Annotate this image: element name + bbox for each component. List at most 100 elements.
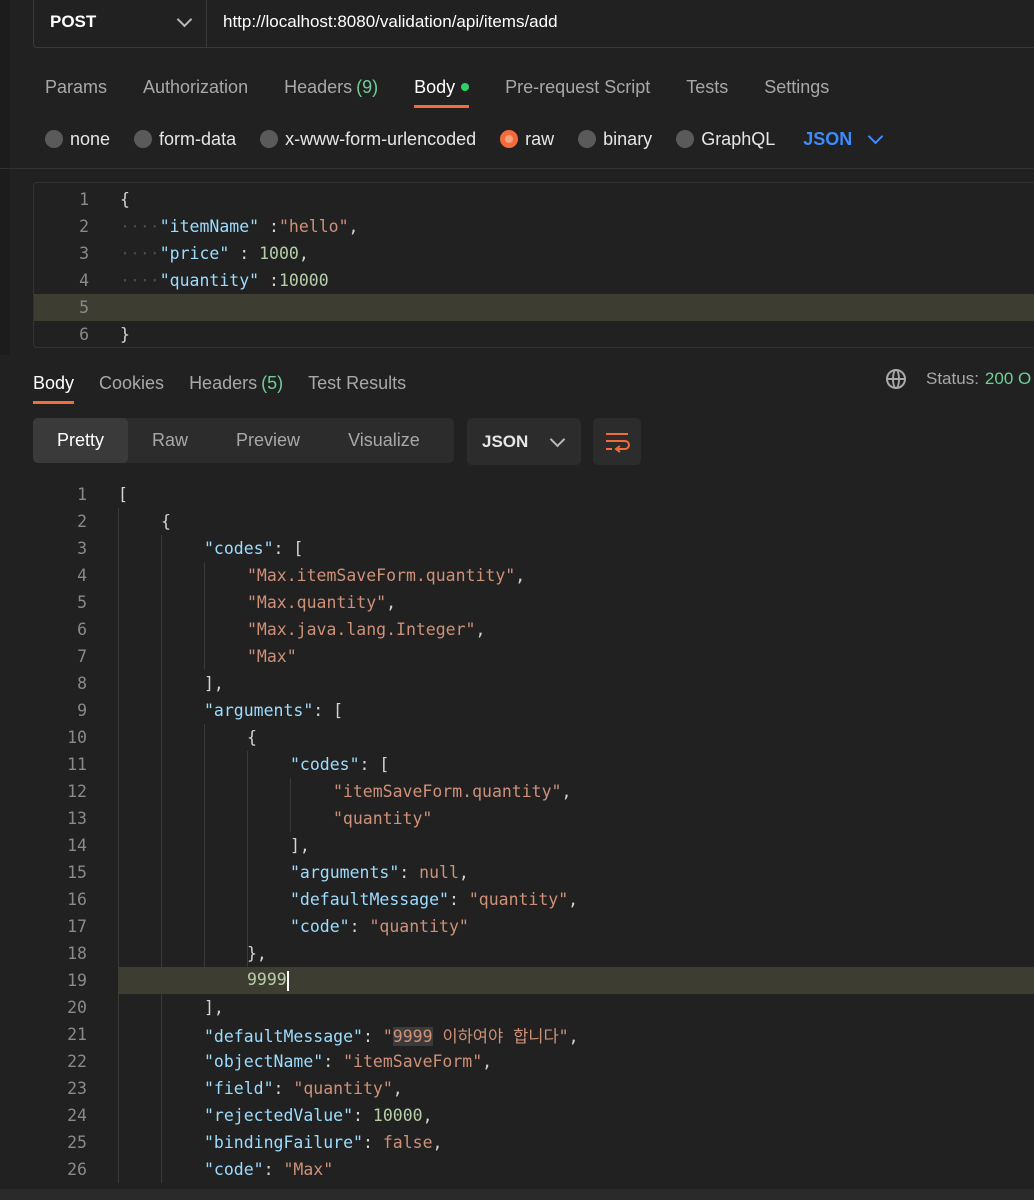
line-number: 10 xyxy=(67,728,87,747)
json-string: 이하여야 합니다" xyxy=(432,1026,569,1046)
json-key: "defaultMessage" xyxy=(204,1026,363,1046)
json-punctuation: : xyxy=(353,1106,373,1125)
code-line: 13 "quantity" xyxy=(0,805,1034,832)
code-text: ], xyxy=(204,998,224,1017)
json-string: null xyxy=(419,863,459,882)
json-punctuation: : [ xyxy=(313,701,344,720)
line-number: 26 xyxy=(67,1160,87,1179)
json-string: "itemSaveForm" xyxy=(343,1052,483,1071)
json-punctuation: : [ xyxy=(359,755,390,774)
json-number: 9999 xyxy=(247,970,287,990)
json-punctuation: : xyxy=(273,1079,294,1098)
tab-settings[interactable]: Settings xyxy=(764,66,829,108)
radio-label: none xyxy=(70,128,111,149)
selected-text: 9999 xyxy=(392,1026,433,1046)
response-body-viewer[interactable]: 1[2{3 "codes": [4 "Max.itemSaveForm.quanti… xyxy=(0,481,1034,1186)
code-line: 6 "Max.java.lang.Integer", xyxy=(0,616,1034,643)
code-line: 15 "arguments": null, xyxy=(0,859,1034,886)
code-line: 11 "codes": [ xyxy=(0,751,1034,778)
tab-cookies[interactable]: Cookies xyxy=(99,362,164,404)
tab-label: Body xyxy=(414,76,456,97)
code-line: 2 ····"itemName" :"hello", xyxy=(34,213,1034,240)
method-select[interactable]: POST xyxy=(34,0,207,47)
radio-raw[interactable]: raw xyxy=(500,129,554,150)
line-number: 16 xyxy=(67,890,87,909)
code-text: "field": "quantity", xyxy=(204,1079,403,1098)
json-key: "price" xyxy=(159,244,230,263)
code-line: 21 "defaultMessage": "9999 이하여야 합니다", xyxy=(0,1021,1034,1048)
json-punctuation: , xyxy=(568,1026,579,1046)
json-punctuation: , xyxy=(392,1079,403,1098)
radio-label: binary xyxy=(603,128,653,149)
code-text: "code": "quantity" xyxy=(290,917,469,936)
radio-form-data[interactable]: form-data xyxy=(134,129,236,150)
tab-authorization[interactable]: Authorization xyxy=(143,66,248,108)
url-input[interactable]: http://localhost:8080/validation/api/ite… xyxy=(207,12,558,32)
tab-label: Authorization xyxy=(143,76,249,97)
body-format-dropdown[interactable]: JSON xyxy=(803,128,884,150)
line-number: 5 xyxy=(77,593,87,612)
json-string: "quantity" xyxy=(468,890,569,909)
code-line: 5 "Max.quantity", xyxy=(0,589,1034,616)
view-raw-button[interactable]: Raw xyxy=(128,418,212,463)
json-punctuation: }, xyxy=(247,944,267,963)
json-punctuation: [ xyxy=(118,485,128,504)
json-punctuation: : xyxy=(263,1160,284,1179)
json-punctuation: : xyxy=(399,863,420,882)
json-string: false xyxy=(382,1133,433,1152)
code-line-current: 19 9999 xyxy=(67,967,1034,994)
json-punctuation: ], xyxy=(204,998,224,1017)
json-key: "objectName" xyxy=(204,1052,324,1071)
response-format-dropdown[interactable]: JSON xyxy=(467,418,581,465)
code-text: "Max.itemSaveForm.quantity", xyxy=(247,566,525,585)
code-text: "code": "Max" xyxy=(204,1160,333,1179)
radio-graphql[interactable]: GraphQL xyxy=(676,129,775,150)
line-number: 3 xyxy=(79,244,89,263)
radio-x-www-form-urlencoded[interactable]: x-www-form-urlencoded xyxy=(260,129,476,150)
json-string: "quantity" xyxy=(369,917,469,936)
tab-tests[interactable]: Tests xyxy=(686,66,728,108)
json-sep: : xyxy=(229,244,260,263)
globe-icon[interactable] xyxy=(886,369,906,389)
response-format-label: JSON xyxy=(482,431,529,451)
radio-label: x-www-form-urlencoded xyxy=(285,128,477,149)
json-string: "Max.java.lang.Integer" xyxy=(247,620,476,639)
code-line: 4 "Max.itemSaveForm.quantity", xyxy=(0,562,1034,589)
code-line: 20], xyxy=(0,994,1034,1021)
json-number: 1000 xyxy=(259,244,299,263)
view-pretty-button[interactable]: Pretty xyxy=(33,418,129,463)
code-line: 18}, xyxy=(0,940,1034,967)
view-preview-button[interactable]: Preview xyxy=(212,418,324,463)
status-value: 200 O xyxy=(984,369,1032,388)
radio-none[interactable]: none xyxy=(45,129,110,150)
view-visualize-button[interactable]: Visualize xyxy=(324,418,444,463)
tab-params[interactable]: Params xyxy=(45,66,107,108)
tab-pre-request-script[interactable]: Pre-request Script xyxy=(505,66,650,108)
code-text: { xyxy=(161,512,171,531)
body-format-label: JSON xyxy=(803,128,853,149)
tab-response-body[interactable]: Body xyxy=(33,362,75,404)
line-number: 13 xyxy=(67,809,87,828)
line-number: 2 xyxy=(79,217,89,236)
tab-headers[interactable]: Headers (9) xyxy=(284,66,378,108)
json-number: 10000 xyxy=(372,1106,423,1125)
line-number: 4 xyxy=(79,271,89,290)
radio-icon xyxy=(134,130,153,148)
tab-label: Cookies xyxy=(99,372,165,393)
tab-label: Test Results xyxy=(308,372,407,393)
tab-body[interactable]: Body xyxy=(414,66,470,108)
bottom-scrollbar[interactable] xyxy=(0,1189,1034,1200)
radio-binary[interactable]: binary xyxy=(578,129,652,150)
json-number: 10000 xyxy=(278,271,329,290)
request-body-editor[interactable]: 1 { 2 ····"itemName" :"hello", 3 ····"pr… xyxy=(33,182,1034,348)
json-string: " xyxy=(382,1026,393,1046)
tab-response-headers[interactable]: Headers (5) xyxy=(189,362,283,404)
code-text: "codes": [ xyxy=(290,755,389,774)
tab-test-results[interactable]: Test Results xyxy=(308,362,406,404)
tab-label: Body xyxy=(33,372,75,393)
json-punctuation: ], xyxy=(204,674,224,693)
radio-selected-icon xyxy=(500,130,519,148)
divider xyxy=(0,168,1034,169)
line-number: 18 xyxy=(67,944,87,963)
wrap-lines-button[interactable] xyxy=(593,418,641,465)
